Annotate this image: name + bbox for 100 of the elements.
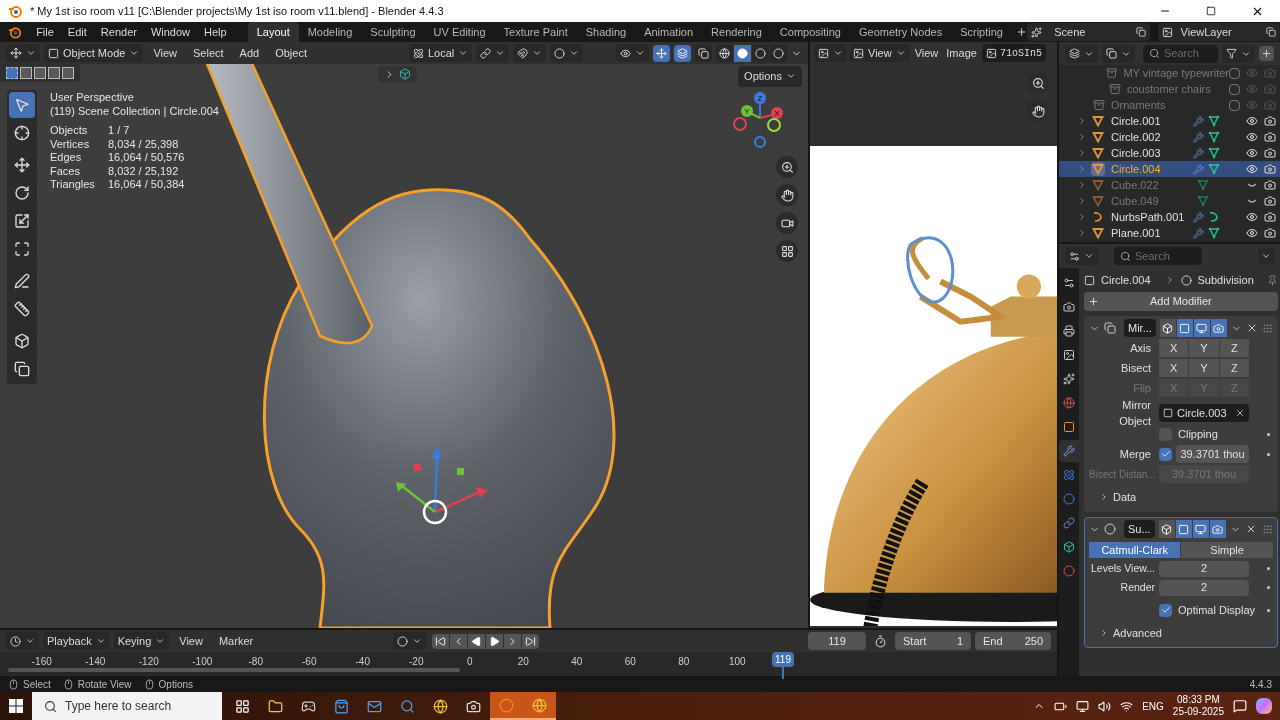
outliner-item-name[interactable]: Circle.004: [1111, 160, 1193, 178]
frame-tick-label: 20: [516, 655, 530, 669]
start-frame-field[interactable]: Start 1: [895, 632, 971, 650]
end-frame-field[interactable]: End 250: [975, 632, 1051, 650]
outliner-row[interactable]: NurbsPath.001: [1059, 209, 1280, 225]
method-toggle[interactable]: Simple: [1181, 542, 1273, 558]
menu-item[interactable]: Window: [143, 23, 198, 41]
options-dropdown[interactable]: Options: [738, 66, 802, 87]
view-mode-dropdown[interactable]: View: [849, 44, 910, 62]
menu-item[interactable]: View: [147, 44, 184, 62]
axis-toggle[interactable]: Z: [1219, 339, 1249, 357]
axis-toggle[interactable]: X: [1159, 339, 1189, 357]
menu-item[interactable]: Help: [197, 23, 234, 41]
outliner-row[interactable]: Circle.004: [1059, 161, 1280, 177]
menu-item[interactable]: Add: [233, 44, 266, 62]
stat-value: 1 / 7: [108, 124, 131, 138]
outliner-item-name[interactable]: Circle.003: [1111, 144, 1193, 162]
menu-item[interactable]: Select: [187, 44, 230, 62]
workspace-tab[interactable]: Geometry Nodes: [850, 22, 952, 42]
stat-label: Triangles: [50, 178, 96, 192]
number-field[interactable]: 2: [1159, 560, 1249, 577]
add-modifier-button[interactable]: Add Modifier: [1084, 292, 1278, 311]
number-field[interactable]: 39.3701 thou: [1176, 445, 1249, 463]
breadcrumb-item[interactable]: Circle.004: [1101, 271, 1151, 289]
menu-item[interactable]: Render: [93, 23, 144, 41]
frame-tick-label: -20: [408, 655, 425, 669]
workspace-tab[interactable]: Modeling: [298, 22, 362, 42]
outliner-item-name[interactable]: coustomer chairs: [1127, 80, 1211, 98]
stat-label: Vertices: [50, 137, 91, 151]
menu-item[interactable]: View: [173, 632, 209, 650]
object-field[interactable]: Circle.003: [1159, 404, 1249, 422]
modifier-name-field[interactable]: Su...: [1124, 520, 1155, 538]
workspace-tab[interactable]: Sculpting: [361, 22, 425, 42]
outliner-item-name[interactable]: Ornaments: [1111, 96, 1166, 114]
number-field[interactable]: 2: [1159, 579, 1249, 596]
frame-tick-label: -120: [137, 655, 160, 669]
field-label: Render: [1119, 579, 1156, 595]
status-hint: Options: [158, 677, 193, 692]
field-label: Merge: [1118, 446, 1152, 462]
menu-dropdown[interactable]: Keying: [113, 632, 170, 650]
breadcrumb-item[interactable]: Subdivision: [1197, 271, 1254, 289]
outliner-row[interactable]: Circle.001: [1059, 113, 1280, 129]
view-layer-selector[interactable]: ViewLayer: [1157, 23, 1280, 41]
workspace-tab[interactable]: Scripting: [951, 22, 1012, 42]
axis-handle[interactable]: Y: [741, 105, 753, 117]
workspace-tab[interactable]: Texture Paint: [494, 22, 577, 42]
stat-label: Objects: [50, 124, 89, 138]
frame-tick-label: -100: [191, 655, 214, 669]
outliner-item-name[interactable]: Circle.001: [1111, 112, 1193, 130]
workspace-tab[interactable]: Shading: [576, 22, 636, 42]
menu-item[interactable]: Image: [943, 44, 980, 62]
method-toggle[interactable]: Catmull-Clark: [1089, 542, 1181, 558]
workspace-tab[interactable]: UV Editing: [424, 22, 495, 42]
outliner-row[interactable]: Circle.003: [1059, 145, 1280, 161]
taskbar-search-field[interactable]: Type here to search: [32, 692, 222, 720]
menu-item[interactable]: File: [29, 23, 61, 41]
menu-dropdown[interactable]: Playback: [43, 632, 110, 650]
outliner-row[interactable]: Cube.022: [1059, 177, 1280, 193]
outliner-item-name[interactable]: NurbsPath.001: [1111, 208, 1193, 226]
menu-item[interactable]: Object: [269, 44, 313, 62]
outliner-item-name[interactable]: Cube.049: [1111, 192, 1193, 210]
orientation-dropdown[interactable]: Local: [409, 44, 473, 62]
workspace-tab[interactable]: Rendering: [702, 22, 771, 42]
axis-toggle[interactable]: Y: [1189, 359, 1219, 377]
subpanel-header[interactable]: Data: [1089, 487, 1273, 507]
outliner-item-name[interactable]: Circle.002: [1111, 128, 1193, 146]
workspace-tab[interactable]: Compositing: [770, 22, 850, 42]
stat-label: Faces: [50, 164, 81, 178]
axis-handle[interactable]: Z: [754, 92, 766, 104]
outliner-item-name[interactable]: MY vintage typewriter: [1123, 64, 1229, 82]
menu-item[interactable]: View: [911, 44, 942, 62]
outliner-row[interactable]: Circle.002: [1059, 129, 1280, 145]
axis-toggle[interactable]: Y: [1189, 339, 1219, 357]
checkbox-label: Clipping: [1178, 426, 1218, 442]
mode-dropdown[interactable]: Object Mode: [44, 44, 144, 62]
outliner-row[interactable]: Plane.001: [1059, 225, 1280, 241]
field-label: Mirror Object: [1118, 397, 1152, 429]
current-frame-field[interactable]: 119: [808, 632, 866, 650]
subpanel-title: Advanced: [1113, 625, 1162, 641]
frame-tick-label: -60: [301, 655, 318, 669]
frame-tick-label: -80: [247, 655, 264, 669]
field-label: Bisect: [1120, 360, 1152, 376]
axis-handle[interactable]: X: [771, 107, 783, 119]
modifier-name-field[interactable]: Mir...: [1124, 319, 1156, 337]
image-picker[interactable]: 71oSIn5: [981, 44, 1046, 62]
clock[interactable]: 08:33 PM 25-09-2025: [1172, 694, 1224, 718]
language-indicator[interactable]: ENG: [1142, 698, 1164, 714]
menu-item[interactable]: Marker: [212, 632, 260, 650]
navigation-gizmo[interactable]: Z Y X: [732, 90, 788, 150]
outliner-item-name[interactable]: Cube.022: [1111, 176, 1193, 194]
menu-item[interactable]: Edit: [60, 23, 94, 41]
subpanel-header[interactable]: Advanced: [1089, 623, 1273, 643]
axis-toggle[interactable]: Z: [1219, 359, 1249, 377]
outliner-item-name[interactable]: Plane.001: [1111, 224, 1193, 242]
outliner-row[interactable]: Cube.049: [1059, 193, 1280, 209]
axis-toggle[interactable]: X: [1159, 359, 1189, 377]
workspace-tab[interactable]: Animation: [635, 22, 703, 42]
scene-selector[interactable]: Scene: [1027, 23, 1150, 41]
workspace-tab[interactable]: Layout: [247, 22, 299, 42]
frame-tick-label: 80: [677, 655, 691, 669]
